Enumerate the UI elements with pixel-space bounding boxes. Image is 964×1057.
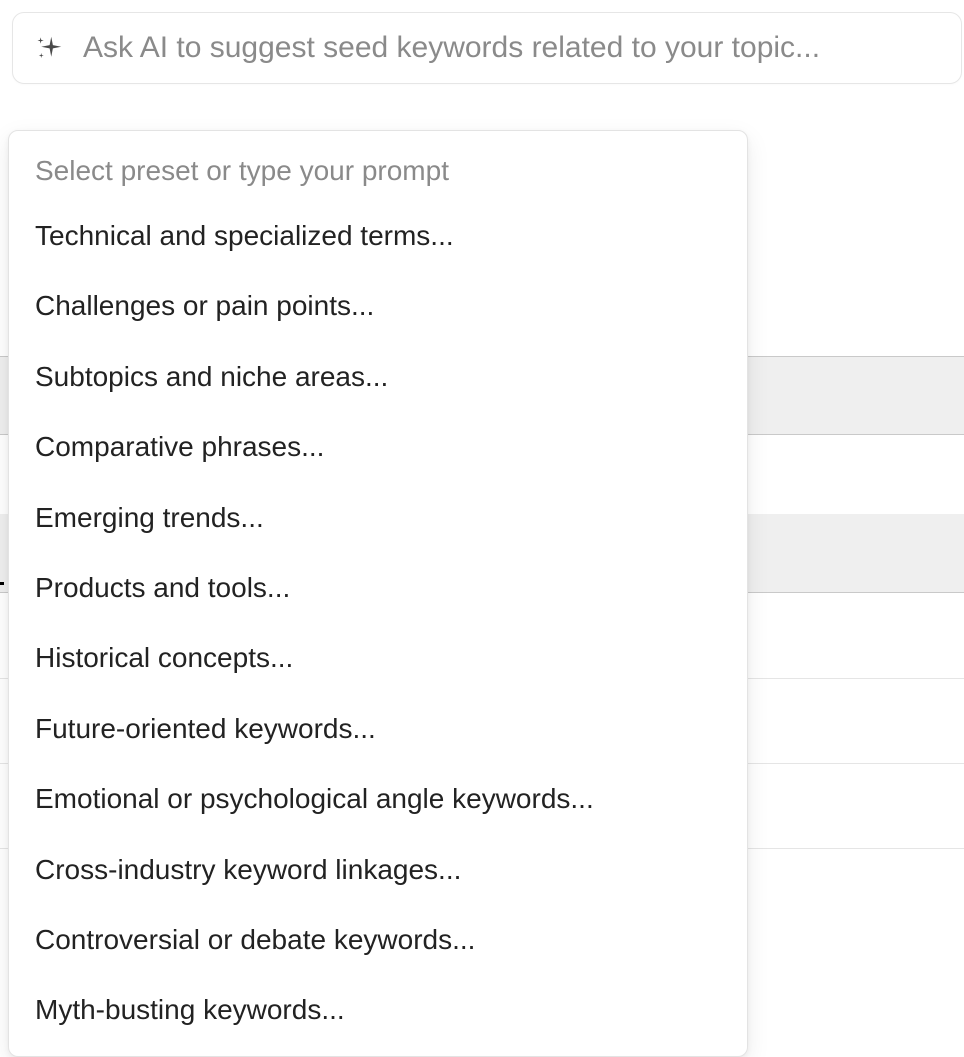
ai-search-container xyxy=(12,12,962,84)
preset-option[interactable]: Challenges or pain points... xyxy=(9,271,747,341)
preset-dropdown: Select preset or type your prompt Techni… xyxy=(8,130,748,1057)
preset-option[interactable]: Myth-busting keywords... xyxy=(9,975,747,1045)
ai-prompt-input[interactable] xyxy=(83,31,939,65)
preset-option[interactable]: Comparative phrases... xyxy=(9,412,747,482)
preset-option[interactable]: Cross-industry keyword linkages... xyxy=(9,835,747,905)
preset-option[interactable]: Emerging trends... xyxy=(9,483,747,553)
preset-option[interactable]: Products and tools... xyxy=(9,553,747,623)
preset-option[interactable]: Future-oriented keywords... xyxy=(9,694,747,764)
preset-option[interactable]: Historical concepts... xyxy=(9,623,747,693)
preset-option[interactable]: Technical and specialized terms... xyxy=(9,201,747,271)
preset-option[interactable]: Subtopics and niche areas... xyxy=(9,342,747,412)
dropdown-header: Select preset or type your prompt xyxy=(9,147,747,201)
sparkle-icon xyxy=(35,33,65,63)
preset-option[interactable]: Controversial or debate keywords... xyxy=(9,905,747,975)
preset-option[interactable]: Emotional or psychological angle keyword… xyxy=(9,764,747,834)
ai-search-box[interactable] xyxy=(12,12,962,84)
